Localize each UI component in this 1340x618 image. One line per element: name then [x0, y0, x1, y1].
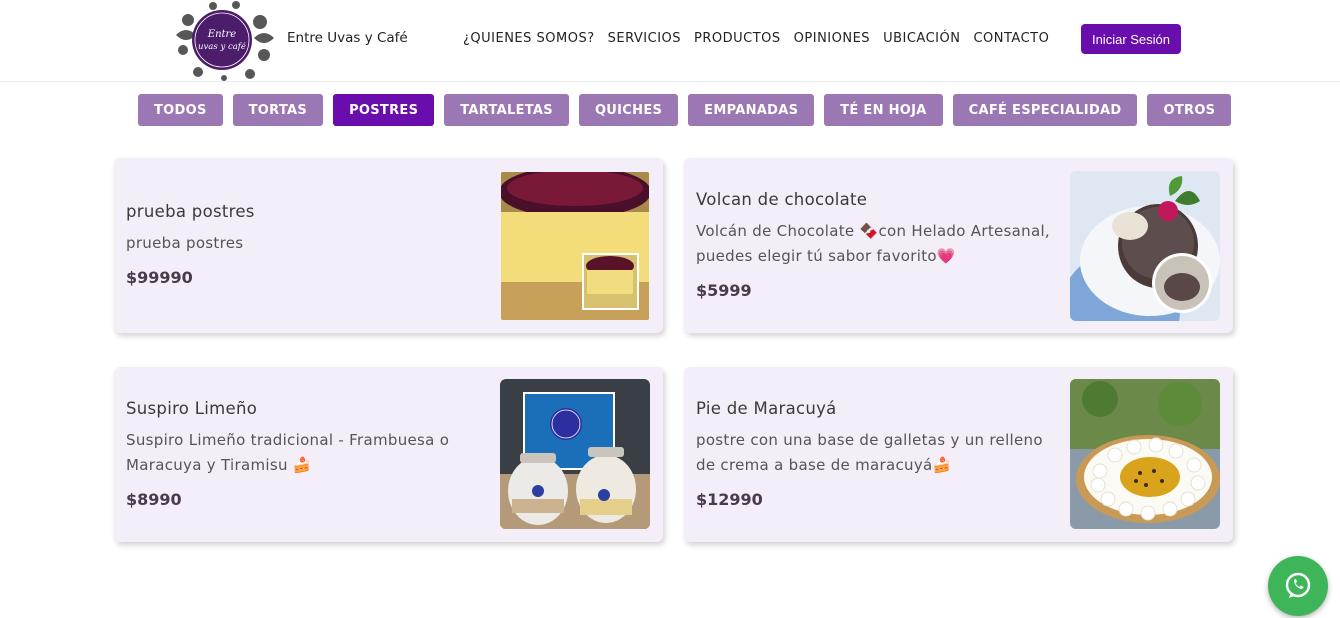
- product-price: $5999: [696, 281, 752, 300]
- nav-opiniones[interactable]: OPINIONES: [794, 31, 870, 46]
- logo[interactable]: Entre uvas y café: [168, 0, 280, 82]
- product-card[interactable]: prueba postres prueba postres $99990: [114, 158, 663, 333]
- product-title: Suspiro Limeño: [126, 399, 258, 418]
- nav-quienes-somos[interactable]: ¿QUIENES SOMOS?: [463, 31, 595, 46]
- product-card[interactable]: Volcan de chocolate Volcán de Chocolate …: [684, 158, 1233, 333]
- category-filters: TODOS TORTAS POSTRES TARTALETAS QUICHES …: [138, 94, 1232, 126]
- filter-postres[interactable]: POSTRES: [333, 94, 435, 126]
- filter-te-en-hoja[interactable]: TÉ EN HOJA: [824, 94, 943, 126]
- whatsapp-button[interactable]: [1268, 556, 1328, 616]
- nav-ubicacion[interactable]: UBICACIÓN: [883, 31, 960, 46]
- filter-tortas[interactable]: TORTAS: [232, 94, 324, 126]
- nav-servicios[interactable]: SERVICIOS: [608, 31, 681, 46]
- filter-empanadas[interactable]: EMPANADAS: [688, 94, 815, 126]
- product-title: Pie de Maracuyá: [696, 399, 837, 418]
- login-button[interactable]: Iniciar Sesión: [1081, 24, 1181, 54]
- filter-quiches[interactable]: QUICHES: [578, 94, 679, 126]
- product-price: $12990: [696, 490, 763, 509]
- filter-cafe-especialidad[interactable]: CAFÉ ESPECIALIDAD: [952, 94, 1138, 126]
- product-card[interactable]: Suspiro Limeño Suspiro Limeño tradiciona…: [114, 367, 663, 542]
- product-description: postre con una base de galletas y un rel…: [696, 431, 1043, 474]
- product-description: prueba postres: [126, 234, 244, 252]
- product-image[interactable]: [1070, 379, 1220, 529]
- site-header: Entre uvas y café Entre Uvas y Café ¿QUI…: [0, 0, 1340, 82]
- nav-contacto[interactable]: CONTACTO: [973, 31, 1049, 46]
- product-title: prueba postres: [126, 202, 255, 221]
- product-price: $8990: [126, 490, 182, 509]
- main-nav: ¿QUIENES SOMOS? SERVICIOS PRODUCTOS OPIN…: [463, 31, 1049, 46]
- product-image[interactable]: [501, 172, 649, 320]
- brand-name[interactable]: Entre Uvas y Café: [287, 30, 408, 46]
- product-description: Suspiro Limeño tradicional - Frambuesa o…: [126, 431, 450, 474]
- filter-tartaletas[interactable]: TARTALETAS: [444, 94, 569, 126]
- product-image[interactable]: [1070, 171, 1220, 321]
- whatsapp-icon: [1285, 572, 1311, 598]
- product-title: Volcan de chocolate: [696, 190, 868, 209]
- logo-text-2: uvas y café: [198, 41, 246, 52]
- product-description: Volcán de Chocolate 🍫con Helado Artesana…: [696, 222, 1050, 265]
- product-card[interactable]: Pie de Maracuyá postre con una base de g…: [684, 367, 1233, 542]
- filter-todos[interactable]: TODOS: [138, 94, 223, 126]
- logo-text-1: Entre: [207, 29, 237, 40]
- product-image[interactable]: [500, 379, 650, 529]
- filter-otros[interactable]: OTROS: [1147, 94, 1232, 126]
- product-price: $99990: [126, 268, 193, 287]
- nav-productos[interactable]: PRODUCTOS: [694, 31, 781, 46]
